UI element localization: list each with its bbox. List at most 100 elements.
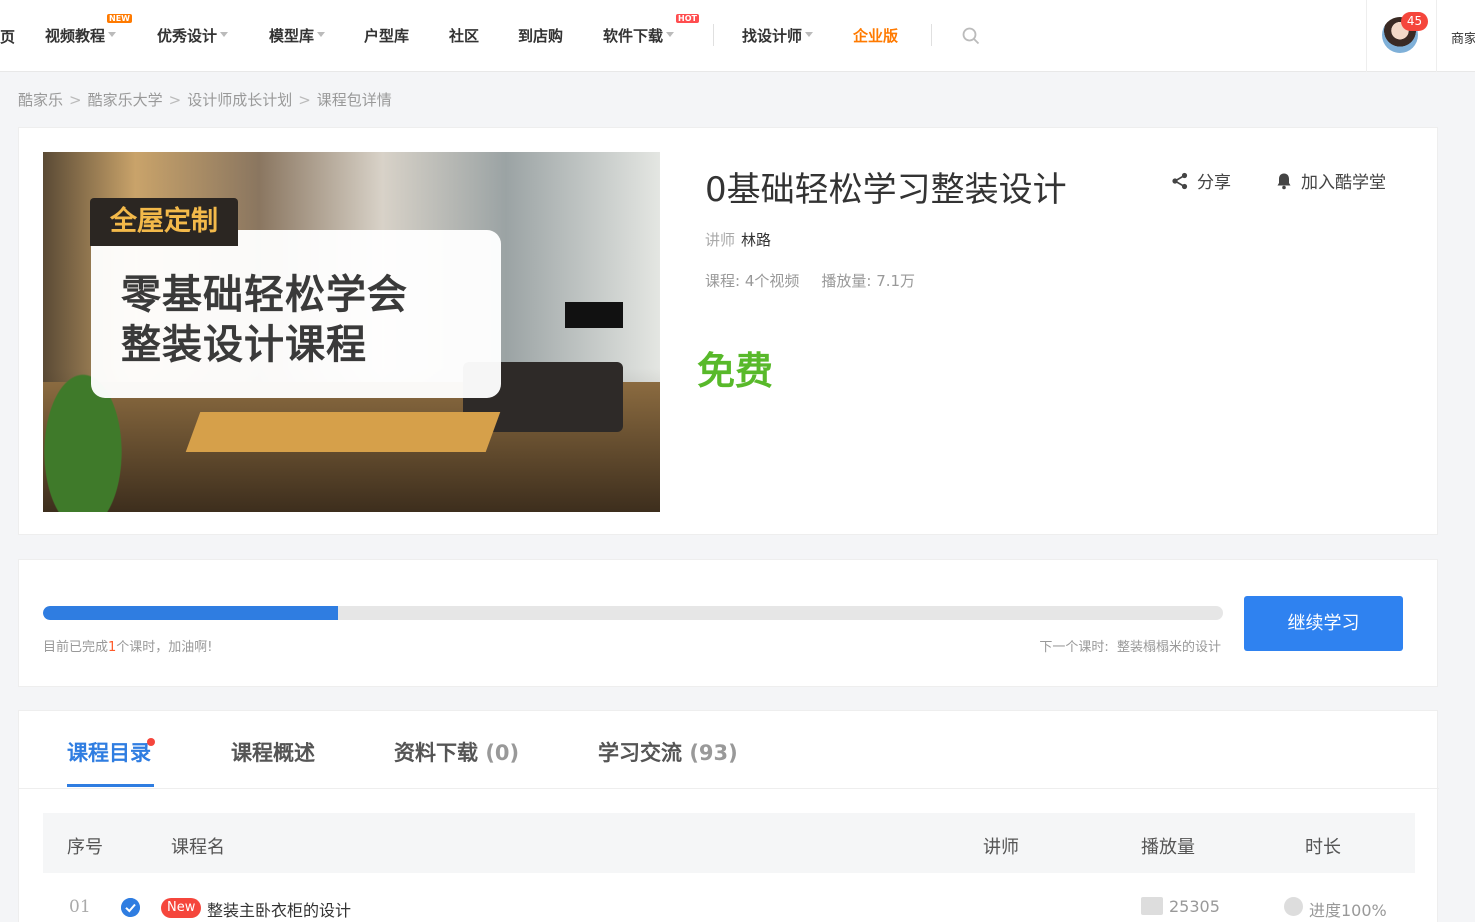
progress-status-prefix: 目前已完成 — [43, 640, 109, 655]
teacher-name[interactable]: 林路 — [741, 231, 771, 249]
lesson-table-header: 序号 课程名 讲师 播放量 时长 — [43, 813, 1415, 873]
column-header-duration: 时长 — [1305, 837, 1341, 858]
join-classroom-button[interactable]: 加入酷学堂 — [1275, 168, 1386, 193]
cover-headline-line-2: 整装设计课程 — [121, 322, 367, 368]
lesson-index: 01 — [69, 897, 91, 917]
clock-icon — [1284, 897, 1303, 916]
share-icon — [1172, 172, 1188, 190]
column-header-index: 序号 — [67, 837, 103, 858]
course-title: 0基础轻松学习整装设计 — [705, 170, 1067, 210]
nav-item-label: 到店购 — [518, 27, 564, 45]
chevron-down-icon — [220, 32, 229, 37]
chevron-right-icon: > — [168, 91, 182, 109]
nav-item-featured-designs[interactable]: 优秀设计 — [157, 26, 229, 46]
nav-item-community[interactable]: 社区 — [449, 26, 479, 46]
chevron-right-icon: > — [298, 91, 311, 109]
progress-bar — [43, 606, 1223, 620]
nav-item-label: 社区 — [449, 27, 480, 45]
nav-divider — [1436, 0, 1437, 72]
tabs-divider — [19, 788, 1439, 789]
nav-item-merchant-partial[interactable]: 商家 — [1451, 28, 1475, 47]
tab-label: 课程概述 — [231, 741, 315, 765]
course-meta: 课程: 4个视频 播放量: 7.1万 — [705, 270, 937, 291]
cover-lamp — [565, 302, 623, 328]
new-badge: NEW — [107, 14, 132, 23]
share-button[interactable]: 分享 — [1171, 168, 1231, 193]
play-icon — [1141, 897, 1163, 915]
teacher-label: 讲师 — [705, 231, 736, 249]
nav-item-floorplan-library[interactable]: 户型库 — [364, 26, 409, 46]
course-price: 免费 — [697, 349, 774, 393]
nav-item-model-library[interactable]: 模型库 — [269, 26, 326, 46]
lesson-count: 课程: 4个视频 — [705, 272, 800, 290]
notification-dot — [147, 738, 155, 746]
chevron-down-icon — [805, 32, 814, 37]
join-classroom-label: 加入酷学堂 — [1301, 173, 1386, 193]
message-count-badge: 45 — [1401, 12, 1428, 31]
nav-divider — [1366, 0, 1367, 72]
new-badge: New — [161, 898, 202, 918]
tab-label: 课程目录 — [67, 741, 151, 765]
tab-course-overview[interactable]: 课程概述 — [231, 737, 315, 767]
column-header-plays: 播放量 — [1141, 837, 1195, 858]
chevron-right-icon: > — [69, 91, 82, 109]
check-circle-icon — [121, 898, 140, 917]
breadcrumb-link[interactable]: 酷家乐大学 — [88, 91, 163, 109]
nav-item-label: 企业版 — [853, 27, 899, 45]
progress-bar-fill — [43, 606, 338, 620]
nav-item-video-tutorials[interactable]: 视频教程 NEW — [45, 14, 132, 46]
course-info-card: 全屋定制 零基础轻松学会 整装设计课程 0基础轻松学习整装设计 分享 加入酷学堂… — [18, 127, 1438, 535]
nav-item-label: 优秀设计 — [157, 27, 218, 45]
course-teacher: 讲师 林路 — [705, 229, 771, 250]
table-row[interactable]: 01 New 整装主卧衣柜的设计 25305 进度100% — [43, 889, 1415, 922]
tab-label: 学习交流 — [598, 741, 682, 765]
nav-item-enterprise[interactable]: 企业版 — [853, 26, 898, 46]
search-icon[interactable] — [962, 27, 980, 45]
share-label: 分享 — [1197, 173, 1231, 193]
nav-item-label: 软件下载 — [603, 27, 664, 45]
nav-item-label: 模型库 — [269, 27, 315, 45]
lesson-plays: 25305 — [1169, 897, 1220, 916]
nav-item-label: 户型库 — [364, 27, 410, 45]
bell-icon — [1277, 173, 1291, 190]
tab-discussion[interactable]: 学习交流 (93) — [598, 737, 738, 767]
nav-item-software-download[interactable]: 软件下载 HOT — [603, 14, 699, 46]
breadcrumb-link[interactable]: 设计师成长计划 — [187, 91, 292, 109]
tab-course-catalog[interactable]: 课程目录 — [67, 737, 151, 767]
hot-badge: HOT — [676, 14, 699, 23]
nav-divider — [713, 24, 714, 46]
progress-status: 目前已完成1个课时，加油啊! — [43, 636, 213, 655]
continue-learning-button[interactable]: 继续学习 — [1244, 596, 1403, 651]
breadcrumb-link[interactable]: 酷家乐 — [18, 91, 63, 109]
course-cover-image[interactable]: 全屋定制 零基础轻松学会 整装设计课程 — [43, 152, 660, 512]
tab-materials-download[interactable]: 资料下载 (0) — [394, 737, 519, 767]
nav-item-find-designer[interactable]: 找设计师 — [742, 26, 814, 46]
lesson-progress: 进度100% — [1309, 901, 1387, 920]
nav-item-home-partial[interactable]: 页 — [0, 26, 15, 47]
nav-item-label: 找设计师 — [742, 27, 803, 45]
lesson-name[interactable]: 整装主卧衣柜的设计 — [207, 897, 351, 921]
course-tabs-card: 课程目录 课程概述 资料下载 (0) 学习交流 (93) 序号 课程名 讲师 播… — [18, 710, 1439, 922]
chevron-down-icon — [666, 32, 675, 37]
nav-divider — [931, 24, 932, 46]
cover-tag: 全屋定制 — [90, 198, 238, 246]
tab-count: (0) — [485, 741, 520, 765]
column-header-name: 课程名 — [171, 837, 225, 858]
tab-count: (93) — [689, 741, 738, 765]
play-count: 播放量: 7.1万 — [821, 272, 916, 290]
top-nav: 页 视频教程 NEW 优秀设计 模型库 户型库 社区 到店购 软件下载 HOT … — [0, 0, 1475, 72]
chevron-down-icon — [108, 32, 117, 37]
chevron-down-icon — [317, 32, 326, 37]
next-lesson: 下一个课时: 整装榻榻米的设计 — [1039, 636, 1221, 655]
breadcrumb: 酷家乐 > 酷家乐大学 > 设计师成长计划 > 课程包详情 — [18, 89, 392, 110]
progress-status-suffix: 个课时，加油啊! — [116, 640, 213, 655]
next-lesson-name[interactable]: 整装榻榻米的设计 — [1117, 640, 1221, 655]
cover-table — [185, 412, 501, 452]
tab-label: 资料下载 — [394, 741, 478, 765]
column-header-teacher: 讲师 — [983, 837, 1019, 858]
breadcrumb-current: 课程包详情 — [316, 91, 392, 109]
nav-item-store[interactable]: 到店购 — [518, 26, 563, 46]
next-lesson-label: 下一个课时: — [1039, 640, 1109, 655]
progress-card: 目前已完成1个课时，加油啊! 下一个课时: 整装榻榻米的设计 继续学习 — [18, 559, 1438, 687]
active-tab-indicator — [67, 784, 154, 787]
